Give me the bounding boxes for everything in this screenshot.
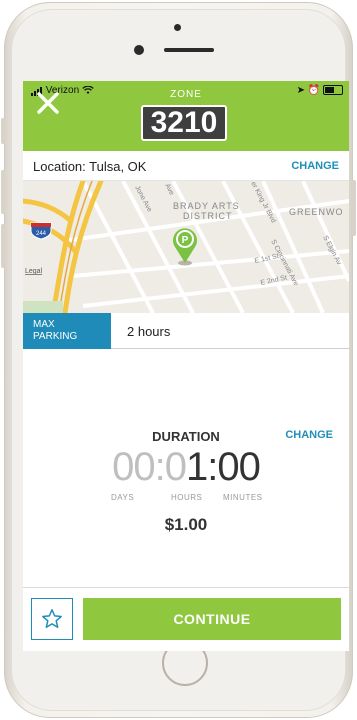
- change-location-button[interactable]: CHANGE: [291, 160, 339, 172]
- map-label-brady-arts: BRADY ARTS: [173, 201, 240, 211]
- earpiece-speaker: [164, 48, 214, 52]
- front-camera: [174, 24, 181, 31]
- proximity-sensor: [134, 45, 144, 55]
- star-icon: [42, 609, 62, 628]
- duration-display[interactable]: 00:01:00: [23, 445, 349, 490]
- duration-active-digits: 1:00: [186, 445, 261, 489]
- location-text: Location: Tulsa, OK: [33, 159, 147, 174]
- favorite-button[interactable]: [31, 598, 73, 640]
- map-legal-link[interactable]: Legal: [25, 268, 43, 275]
- minutes-unit-label: MINUTES: [223, 493, 263, 502]
- app-screen: Verizon ➤ ⏰ ZONE 3210 Location: Tulsa, O…: [23, 81, 349, 651]
- price: $1.00: [164, 515, 208, 534]
- max-parking-label-line1: MAX: [33, 319, 55, 330]
- max-parking-label-line2: PARKING: [33, 331, 78, 342]
- map-canvas: 244 BRADY ARTS DISTRICT GREENWO Jone Ave…: [23, 181, 349, 313]
- zone-number: 3210: [141, 105, 227, 141]
- highway-shield-icon: 244: [30, 222, 52, 240]
- power-button: [352, 180, 356, 236]
- svg-text:P: P: [182, 235, 189, 246]
- bottom-action-bar: CONTINUE: [23, 587, 349, 651]
- volume-down-button: [1, 224, 5, 268]
- continue-button[interactable]: CONTINUE: [83, 598, 341, 640]
- max-parking-value: 2 hours: [127, 324, 171, 339]
- location-row: Location: Tulsa, OK CHANGE: [23, 151, 349, 181]
- zone-label: ZONE: [170, 89, 202, 100]
- hours-unit-label: HOURS: [171, 493, 203, 502]
- days-unit-label: DAYS: [111, 493, 135, 502]
- map-label-district: DISTRICT: [183, 211, 233, 221]
- mute-switch: [1, 118, 5, 144]
- map-view[interactable]: 244 BRADY ARTS DISTRICT GREENWO Jone Ave…: [23, 181, 349, 313]
- volume-up-button: [1, 170, 5, 214]
- map-label-greenwood: GREENWO: [289, 207, 344, 217]
- highway-shield-label: 244: [36, 231, 47, 237]
- max-parking-row: MAX PARKING 2 hours: [23, 313, 349, 349]
- duration-inactive-digits: 00:0: [112, 445, 187, 489]
- change-duration-button[interactable]: CHANGE: [285, 429, 333, 441]
- header-bar: Verizon ➤ ⏰ ZONE 3210: [23, 81, 349, 151]
- max-parking-label: MAX PARKING: [23, 313, 111, 349]
